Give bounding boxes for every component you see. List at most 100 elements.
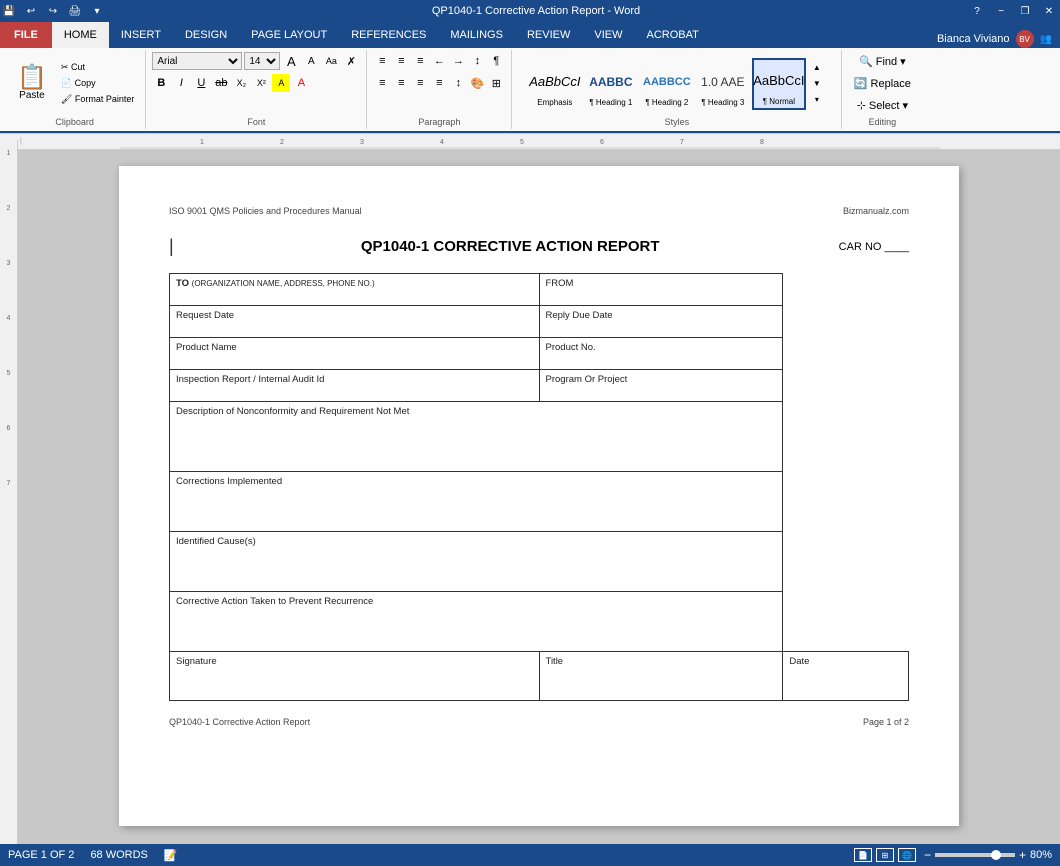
- print-layout-button[interactable]: 📄: [854, 848, 872, 862]
- align-center-button[interactable]: ≡: [392, 74, 410, 92]
- tab-references[interactable]: REFERENCES: [339, 22, 438, 48]
- emphasis-preview: AaBbCcI: [529, 66, 580, 98]
- quick-access-toolbar[interactable]: 💾 ↩ ↪ 🖨 ▾: [0, 3, 106, 19]
- window-title: QP1040-1 Corrective Action Report - Word: [106, 5, 966, 17]
- question-button[interactable]: ?: [966, 3, 988, 19]
- redo-button[interactable]: ↪: [44, 3, 62, 19]
- bullets-button[interactable]: ≡: [373, 52, 391, 70]
- underline-button[interactable]: U: [192, 74, 210, 92]
- increase-indent-button[interactable]: →: [449, 52, 467, 70]
- styles-scroll-area: ▲ ▼ ▾: [808, 58, 826, 110]
- font-grow-button[interactable]: A: [282, 52, 300, 70]
- date-label: Date: [789, 656, 902, 667]
- clipboard-group: 📋 Paste ✂ Cut 📄 Copy 🖌 Format Painter Cl…: [4, 50, 146, 129]
- styles-scroll-down[interactable]: ▼: [808, 76, 826, 92]
- zoom-slider[interactable]: [935, 853, 1015, 857]
- document-area[interactable]: ISO 9001 QMS Policies and Procedures Man…: [18, 150, 1060, 858]
- copy-button[interactable]: 📄 Copy: [56, 76, 139, 91]
- find-icon: 🔍: [859, 55, 873, 68]
- signature-row: Signature Title Date: [170, 652, 909, 701]
- styles-expand[interactable]: ▾: [808, 92, 826, 108]
- tab-mailings[interactable]: MAILINGS: [438, 22, 515, 48]
- show-hide-button[interactable]: ¶: [487, 52, 505, 70]
- text-highlight-button[interactable]: A: [272, 74, 290, 92]
- tab-view[interactable]: VIEW: [582, 22, 634, 48]
- save-button[interactable]: 💾: [0, 3, 18, 19]
- clipboard-label: Clipboard: [55, 115, 94, 127]
- style-emphasis[interactable]: AaBbCcI Emphasis: [528, 58, 582, 110]
- borders-button[interactable]: ⊞: [487, 74, 505, 92]
- para-row-2: ≡ ≡ ≡ ≡ ↕ 🎨 ⊞: [373, 74, 505, 92]
- tab-insert[interactable]: INSERT: [109, 22, 173, 48]
- font-size-select[interactable]: 14: [244, 52, 280, 70]
- style-heading3[interactable]: 1.0 AAE ¶ Heading 3: [696, 58, 750, 110]
- paste-button[interactable]: 📋 Paste: [10, 63, 54, 104]
- close-button[interactable]: ✕: [1038, 3, 1060, 19]
- share-button[interactable]: 👥: [1040, 34, 1052, 45]
- change-case-button[interactable]: Aa: [322, 52, 340, 70]
- causes-label: Identified Cause(s): [176, 536, 256, 547]
- format-painter-button[interactable]: 🖌 Format Painter: [56, 92, 139, 107]
- zoom-out-button[interactable]: −: [924, 848, 931, 862]
- multilevel-button[interactable]: ≡: [411, 52, 429, 70]
- line-spacing-button[interactable]: ↕: [449, 74, 467, 92]
- page-header: ISO 9001 QMS Policies and Procedures Man…: [169, 206, 909, 216]
- styles-scroll-up[interactable]: ▲: [808, 60, 826, 76]
- bold-button[interactable]: B: [152, 74, 170, 92]
- clear-format-button[interactable]: ✗: [342, 52, 360, 70]
- ribbon-tab-bar: FILE HOME INSERT DESIGN PAGE LAYOUT REFE…: [0, 22, 1060, 48]
- cut-button[interactable]: ✂ Cut: [56, 60, 139, 75]
- undo-button[interactable]: ↩: [22, 3, 40, 19]
- heading2-preview: AABBCC: [643, 66, 691, 98]
- tab-acrobat[interactable]: ACROBAT: [634, 22, 710, 48]
- full-screen-button[interactable]: ⊞: [876, 848, 894, 862]
- superscript-button[interactable]: X²: [252, 74, 270, 92]
- font-group: Arial 14 A A Aa ✗ B I U ab X₂ X²: [146, 50, 367, 129]
- replace-button[interactable]: 🔄 Replace: [849, 74, 916, 93]
- web-layout-button[interactable]: 🌐: [898, 848, 916, 862]
- align-left-button[interactable]: ≡: [373, 74, 391, 92]
- zoom-in-button[interactable]: +: [1019, 848, 1026, 862]
- svg-text:8: 8: [760, 139, 764, 146]
- qat-dropdown[interactable]: ▾: [88, 3, 106, 19]
- paste-label: Paste: [19, 90, 45, 101]
- style-heading2[interactable]: AABBCC ¶ Heading 2: [640, 58, 694, 110]
- numbering-button[interactable]: ≡: [392, 52, 410, 70]
- zoom-thumb[interactable]: [991, 850, 1001, 860]
- minimize-button[interactable]: −: [990, 3, 1012, 19]
- from-cell: FROM: [539, 274, 783, 306]
- find-button[interactable]: 🔍 Find ▾: [854, 52, 911, 71]
- description-cell: Description of Nonconformity and Require…: [170, 402, 783, 472]
- program-label: Program Or Project: [546, 374, 628, 385]
- justify-button[interactable]: ≡: [430, 74, 448, 92]
- zoom-control: − + 80%: [924, 848, 1052, 862]
- shading-button[interactable]: 🎨: [468, 74, 486, 92]
- decrease-indent-button[interactable]: ←: [430, 52, 448, 70]
- align-right-button[interactable]: ≡: [411, 74, 429, 92]
- tab-home[interactable]: HOME: [52, 22, 109, 48]
- title-field-label: Title: [546, 656, 777, 667]
- restore-button[interactable]: ❐: [1014, 3, 1036, 19]
- paragraph-controls: ≡ ≡ ≡ ← → ↕ ¶ ≡ ≡ ≡ ≡ ↕ 🎨 ⊞: [373, 52, 505, 115]
- causes-row: Identified Cause(s): [170, 532, 909, 592]
- select-button[interactable]: ⊹ Select ▾: [852, 96, 913, 115]
- tab-design[interactable]: DESIGN: [173, 22, 239, 48]
- subscript-button[interactable]: X₂: [232, 74, 250, 92]
- font-shrink-button[interactable]: A: [302, 52, 320, 70]
- tab-file[interactable]: FILE: [0, 22, 52, 48]
- font-family-select[interactable]: Arial: [152, 52, 242, 70]
- emphasis-label: Emphasis: [537, 98, 572, 107]
- user-avatar[interactable]: BV: [1016, 30, 1034, 48]
- tab-review[interactable]: REVIEW: [515, 22, 582, 48]
- font-color-button[interactable]: A: [292, 74, 310, 92]
- sort-button[interactable]: ↕: [468, 52, 486, 70]
- style-normal[interactable]: AaBbCcI ¶ Normal: [752, 58, 806, 110]
- strikethrough-button[interactable]: ab: [212, 74, 230, 92]
- tab-page-layout[interactable]: PAGE LAYOUT: [239, 22, 339, 48]
- to-label: TO (ORGANIZATION NAME, ADDRESS, PHONE NO…: [176, 278, 375, 289]
- style-heading1[interactable]: AABBC ¶ Heading 1: [584, 58, 638, 110]
- print-button[interactable]: 🖨: [66, 3, 84, 19]
- reply-due-date-cell: Reply Due Date: [539, 306, 783, 338]
- italic-button[interactable]: I: [172, 74, 190, 92]
- para-row-1: ≡ ≡ ≡ ← → ↕ ¶: [373, 52, 505, 70]
